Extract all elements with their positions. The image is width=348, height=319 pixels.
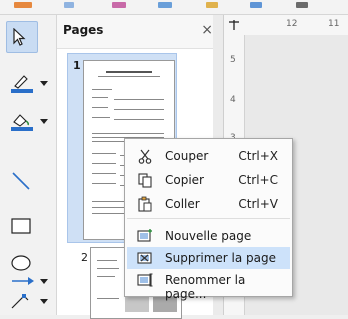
pages-panel-header: Pages × (57, 15, 223, 49)
top-toolbar (0, 0, 348, 15)
rename-page-icon (137, 273, 153, 287)
toolbar-icon[interactable] (206, 2, 218, 8)
chevron-down-icon[interactable] (40, 81, 48, 86)
line-tool[interactable] (6, 165, 50, 197)
menu-item-label: Renommer la page... (165, 273, 246, 301)
ruler-label: 12 (286, 19, 298, 29)
horizontal-ruler: 12 11 (224, 15, 348, 36)
chevron-down-icon[interactable] (40, 119, 48, 124)
line-color-icon (11, 75, 33, 93)
copy-icon (138, 173, 152, 188)
select-tool[interactable] (6, 21, 38, 53)
fill-color-tool[interactable] (6, 105, 50, 137)
menu-item-label: Nouvelle page (165, 229, 252, 243)
context-menu: Couper Ctrl+X Copier Ctrl+C Coller Ctrl+… (124, 138, 293, 301)
toolbar-icon[interactable] (158, 2, 172, 8)
close-icon[interactable]: × (201, 22, 213, 38)
ruler-label: 5 (230, 55, 236, 65)
menu-item-label: Copier (165, 173, 204, 187)
menu-item-new-page[interactable]: Nouvelle page (127, 225, 290, 247)
rectangle-icon (11, 218, 31, 234)
fill-color-icon (11, 114, 33, 131)
toolbar-icon[interactable] (64, 2, 74, 8)
menu-item-paste[interactable]: Coller Ctrl+V (127, 193, 290, 215)
menu-item-label: Couper (165, 149, 209, 163)
menu-item-delete-page[interactable]: Supprimer la page (127, 247, 290, 269)
tab-stop-icon[interactable] (228, 19, 240, 31)
toolbar-icon[interactable] (14, 2, 32, 8)
scissors-icon (138, 149, 152, 164)
page-number: 2 (81, 251, 88, 264)
pages-panel-title: Pages (63, 23, 104, 37)
paste-icon (138, 196, 152, 212)
page-number: 1 (73, 59, 81, 72)
curve-tool[interactable] (6, 285, 50, 317)
curve-icon (11, 294, 29, 309)
delete-page-icon (137, 252, 152, 264)
toolbar-icon[interactable] (296, 2, 308, 8)
toolbar-icon[interactable] (250, 2, 262, 8)
menu-item-shortcut: Ctrl+V (238, 197, 278, 211)
menu-item-shortcut: Ctrl+X (238, 149, 278, 163)
line-icon (12, 172, 30, 190)
menu-separator (127, 218, 290, 219)
menu-item-label: Supprimer la page (165, 251, 277, 265)
ruler-label: 11 (328, 19, 340, 29)
line-color-tool[interactable] (6, 67, 50, 99)
pointer-icon (13, 28, 26, 46)
toolbar-icon[interactable] (112, 2, 126, 8)
menu-item-copy[interactable]: Copier Ctrl+C (127, 169, 290, 191)
menu-item-shortcut: Ctrl+C (238, 173, 278, 187)
menu-item-label: Coller (165, 197, 200, 211)
new-page-icon (137, 229, 152, 242)
drawing-toolbar (0, 15, 57, 315)
chevron-down-icon[interactable] (40, 299, 48, 304)
chevron-down-icon[interactable] (40, 279, 48, 284)
rectangle-tool[interactable] (6, 210, 50, 242)
ruler-label: 4 (230, 95, 236, 105)
menu-item-cut[interactable]: Couper Ctrl+X (127, 145, 290, 167)
menu-item-rename-page[interactable]: Renommer la page... (127, 269, 290, 301)
